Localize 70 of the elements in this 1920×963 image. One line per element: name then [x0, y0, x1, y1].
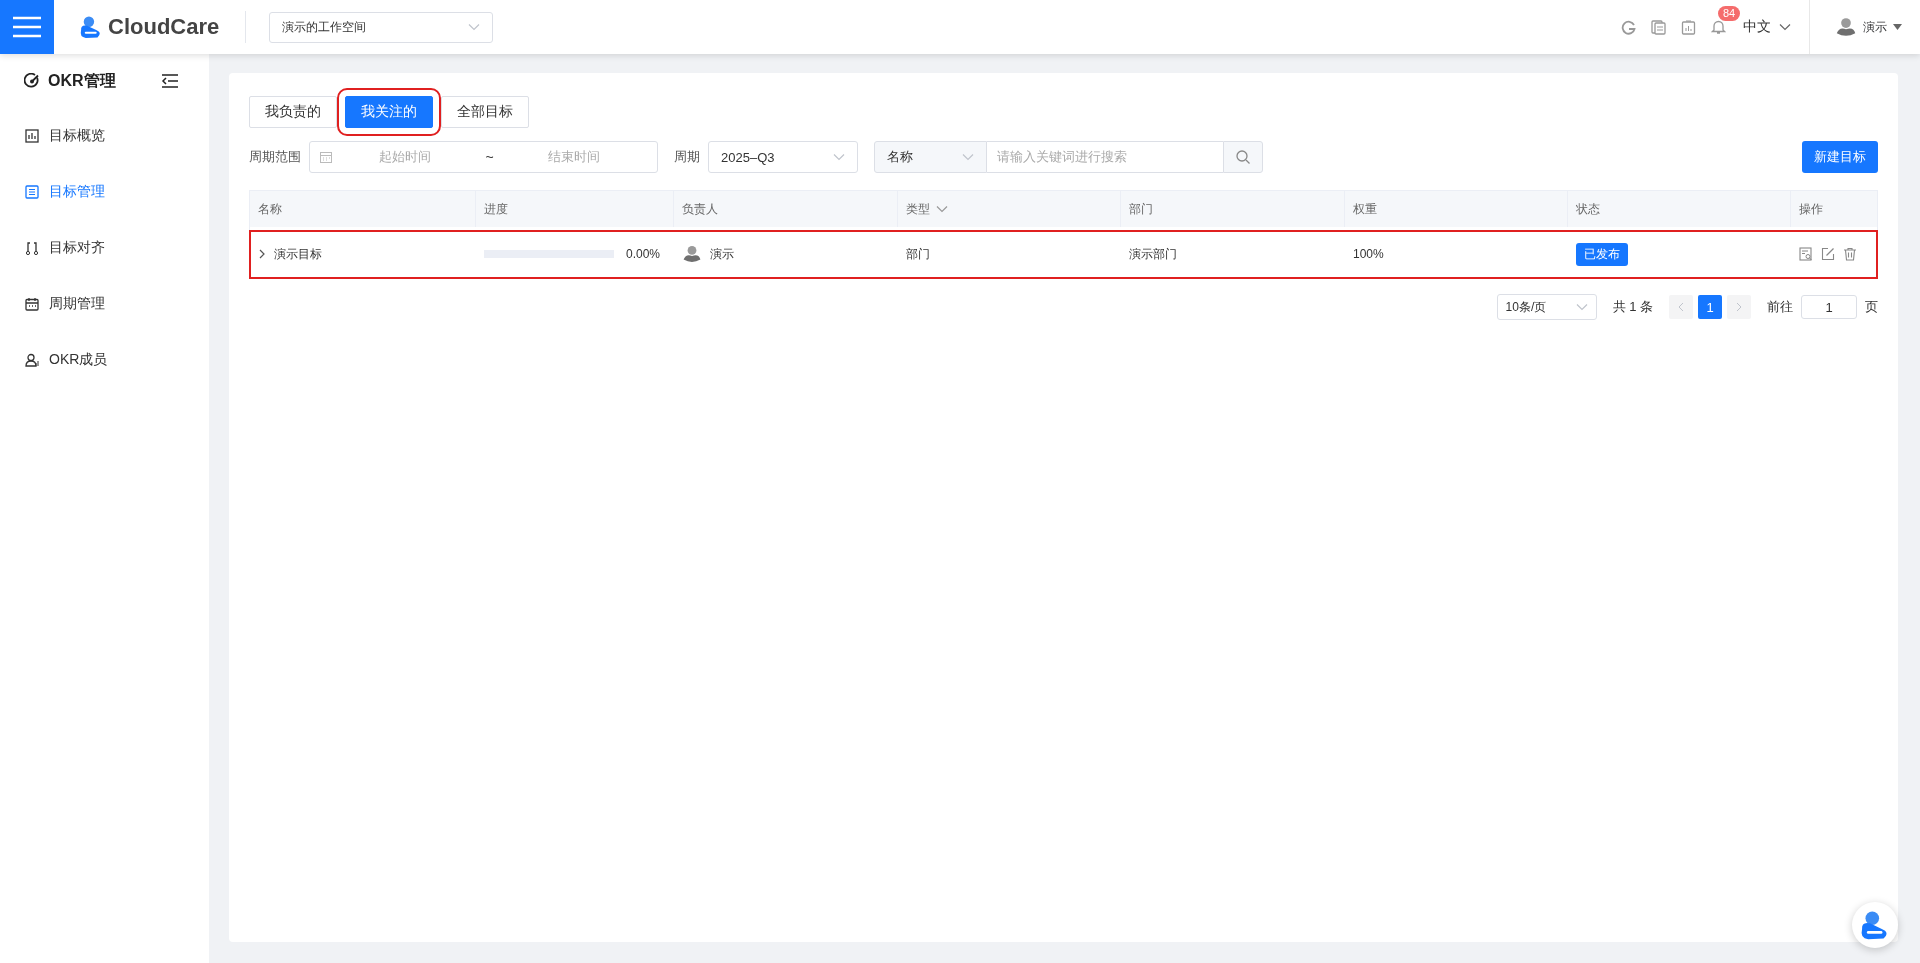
search-field-select[interactable]: 名称 [874, 141, 987, 173]
chevron-left-icon [1678, 302, 1684, 312]
tab[interactable]: 全部目标 [441, 96, 529, 128]
chart-icon [25, 129, 39, 143]
goal-name[interactable]: 演示目标 [274, 245, 322, 263]
sidebar-item[interactable]: 目标对齐 [0, 220, 209, 276]
chevron-down-icon [468, 23, 481, 31]
chevron-down-icon [1575, 303, 1588, 311]
weight-text: 100% [1353, 247, 1384, 261]
user-icon [25, 353, 39, 367]
expand-icon[interactable] [258, 249, 266, 259]
search-button[interactable] [1223, 141, 1263, 173]
avatar-icon [1835, 16, 1857, 38]
refresh-icon[interactable] [1621, 19, 1636, 35]
department-text: 演示部门 [1129, 245, 1177, 263]
column-header: 负责人 [682, 200, 718, 218]
search-icon [1236, 150, 1250, 164]
page-number[interactable]: 1 [1698, 295, 1722, 319]
total-count: 共 1 条 [1612, 298, 1653, 316]
branch-icon [25, 241, 39, 255]
workspace-select[interactable]: 演示的工作空间 [269, 11, 494, 43]
type-text: 部门 [906, 245, 930, 263]
sidebar-item[interactable]: 周期管理 [0, 276, 209, 332]
edit-icon[interactable] [1821, 247, 1835, 261]
filter-label: 周期范围 [249, 148, 301, 166]
chevron-down-icon [833, 153, 845, 161]
page-size-select[interactable]: 10条/页 [1496, 294, 1597, 320]
period-select[interactable]: 2025–Q3 [708, 141, 858, 173]
status-tag: 已发布 [1576, 242, 1628, 266]
trash-icon[interactable] [1843, 247, 1857, 261]
column-header: 进度 [484, 200, 508, 218]
language-select[interactable]: 中文 [1743, 18, 1791, 36]
column-header: 类型 [906, 200, 930, 218]
chevron-down-icon [962, 153, 974, 161]
column-header: 状态 [1576, 200, 1600, 218]
column-header: 部门 [1129, 200, 1153, 218]
list-icon [25, 185, 39, 199]
caret-down-icon [1893, 24, 1902, 30]
page-suffix: 页 [1865, 298, 1878, 316]
column-header: 权重 [1353, 200, 1377, 218]
notification-badge: 84 [1718, 6, 1741, 21]
column-header: 名称 [258, 200, 282, 218]
documents-icon[interactable] [1651, 19, 1666, 35]
clipboard-chart-icon[interactable] [1681, 19, 1696, 35]
chevron-down-icon [1779, 23, 1791, 31]
filter-label: 周期 [674, 148, 700, 166]
tab[interactable]: 我负责的 [249, 96, 337, 128]
bell-icon[interactable] [1711, 19, 1726, 35]
target-icon [24, 73, 40, 89]
view-icon[interactable] [1799, 247, 1813, 261]
page-input[interactable]: 1 [1801, 295, 1857, 319]
collapse-icon[interactable] [161, 73, 179, 89]
menu-button[interactable] [0, 0, 54, 54]
avatar-icon [682, 244, 702, 264]
calendar-icon [25, 297, 39, 311]
sidebar-item[interactable]: OKR成员 [0, 332, 209, 388]
date-range-field[interactable]: 起始时间 ~ 结束时间 [309, 141, 658, 173]
goto-label: 前往 [1767, 298, 1793, 316]
owner-name: 演示 [710, 245, 734, 263]
menu-icon [12, 16, 42, 38]
brand-name: CloudCare [108, 14, 220, 40]
new-goal-button[interactable]: 新建目标 [1802, 141, 1878, 173]
chevron-right-icon [1736, 302, 1742, 312]
sidebar-item[interactable]: 目标管理 [0, 164, 209, 220]
sidebar-item[interactable]: 目标概览 [0, 108, 209, 164]
progress-text: 0.00% [626, 247, 661, 261]
column-header: 操作 [1799, 200, 1823, 218]
user-menu[interactable]: 演示 [1810, 16, 1920, 38]
sidebar-title: OKR管理 [48, 70, 117, 91]
calendar-icon [320, 151, 332, 163]
